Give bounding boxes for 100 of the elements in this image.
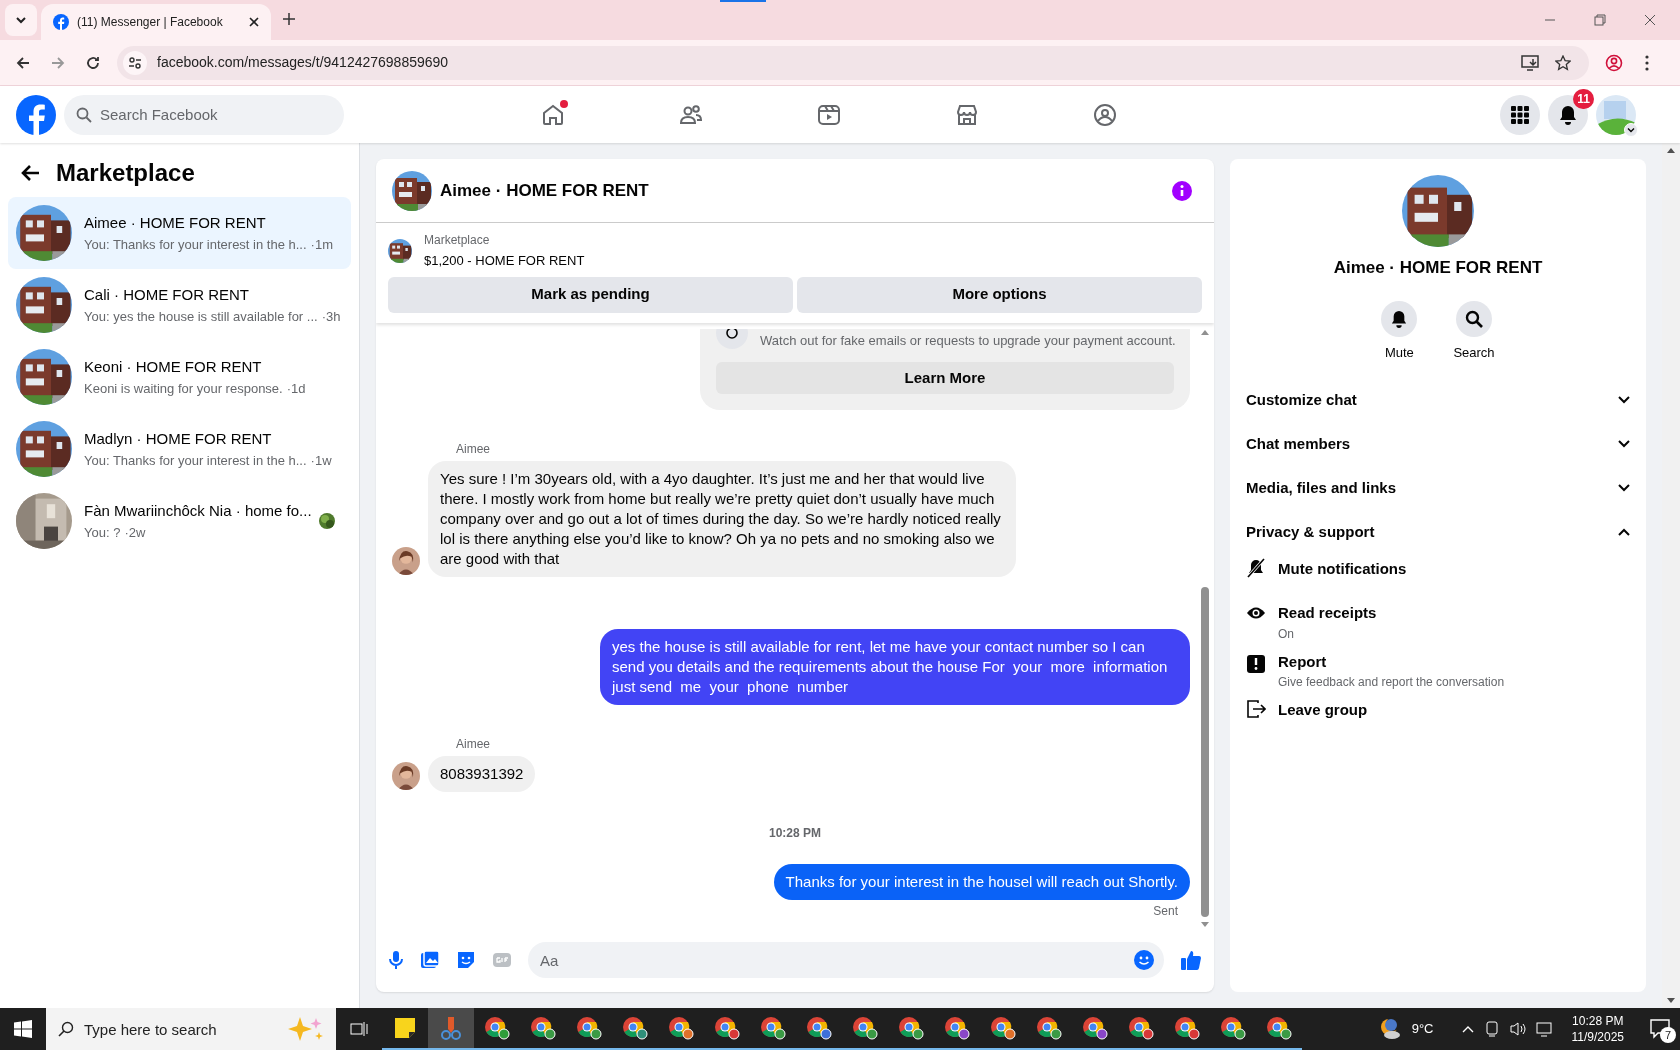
listing-action-button[interactable]: Mark as pending — [388, 276, 793, 313]
section-header[interactable]: Chat members — [1230, 422, 1646, 466]
scroll-down-icon[interactable] — [1667, 998, 1675, 1004]
browser-icon[interactable] — [944, 1016, 970, 1040]
facebook-logo[interactable] — [16, 94, 56, 135]
message-time: ·3h — [321, 308, 341, 326]
home-icon[interactable] — [541, 102, 565, 127]
chat-list-item[interactable]: Madlyn · HOME FOR RENT You: Thanks for your interest in the h... ·1w — [8, 413, 351, 485]
browser-icon[interactable] — [714, 1016, 740, 1040]
microphone-icon[interactable] — [388, 950, 404, 970]
sticker-icon[interactable] — [456, 950, 476, 970]
task-view-icon[interactable] — [350, 1021, 368, 1037]
browser-icon[interactable] — [1036, 1016, 1062, 1040]
mute-button[interactable] — [1381, 300, 1418, 337]
listing-action-button[interactable]: More options — [797, 276, 1202, 313]
menu-item[interactable]: Leave group — [1230, 695, 1646, 739]
message-input[interactable]: Aa — [528, 942, 1164, 978]
browser-icon[interactable] — [576, 1016, 602, 1040]
message-bubble: 8083931392 — [428, 756, 536, 792]
weather-temperature: 9°C — [1411, 1020, 1434, 1039]
tab-list-button[interactable] — [5, 4, 37, 36]
sticky-notes-icon[interactable] — [394, 1017, 416, 1039]
browser-icon[interactable] — [1266, 1016, 1292, 1040]
menu-button[interactable] — [1500, 94, 1540, 135]
message-bubble: Thanks for your interest in the housel will reach out Shortly. — [773, 864, 1190, 900]
scroll-down-icon[interactable] — [1201, 922, 1209, 928]
contact-name: Aimee · HOME FOR RENT — [1333, 257, 1543, 279]
chat-name: Madlyn · HOME FOR RENT — [84, 428, 273, 449]
browser-icon[interactable] — [530, 1016, 556, 1040]
browser-icon[interactable] — [1128, 1016, 1154, 1040]
speaker-icon[interactable] — [1509, 1021, 1526, 1037]
listing-label: Marketplace — [424, 232, 491, 249]
new-tab-icon[interactable] — [283, 13, 295, 25]
start-icon[interactable] — [14, 1020, 32, 1038]
timestamp: 10:28 PM — [769, 825, 821, 842]
section-header[interactable]: Media, files and links — [1230, 466, 1646, 510]
chevron-up-icon — [1618, 528, 1630, 536]
chat-name: Aimee · HOME FOR RENT — [84, 212, 267, 233]
back-icon[interactable] — [15, 54, 31, 71]
section-header[interactable]: Customize chat — [1230, 378, 1646, 422]
sidebar-title: Marketplace — [56, 158, 195, 188]
browser-icon[interactable] — [1174, 1016, 1200, 1040]
back-arrow-icon[interactable] — [20, 164, 40, 182]
notifications-button[interactable] — [1548, 94, 1588, 135]
browser-icon[interactable] — [806, 1016, 832, 1040]
menu-item[interactable]: Read receipts On — [1230, 598, 1646, 647]
taskbar-search-field[interactable]: Type here to search — [46, 1008, 336, 1050]
friends-icon[interactable] — [679, 102, 703, 127]
browser-icon[interactable] — [622, 1016, 648, 1040]
chat-list-item[interactable]: Cali · HOME FOR RENT You: yes the house is still available for ... ·3h — [8, 269, 351, 341]
browser-icon[interactable] — [852, 1016, 878, 1040]
scrollbar-thumb[interactable] — [1201, 586, 1209, 917]
chat-list-item[interactable]: Keoni · HOME FOR RENT Keoni is waiting for your response. ·1d — [8, 341, 351, 413]
browser-icon[interactable] — [898, 1016, 924, 1040]
browser-icon[interactable] — [990, 1016, 1016, 1040]
install-icon[interactable] — [1521, 53, 1539, 72]
browser-icon[interactable] — [1082, 1016, 1108, 1040]
browser-icon[interactable] — [760, 1016, 786, 1040]
chat-list-item[interactable]: Aimee · HOME FOR RENT You: Thanks for your interest in the h... ·1m — [8, 197, 351, 269]
scroll-up-icon[interactable] — [1201, 328, 1209, 335]
learn-more-button[interactable]: Learn More — [716, 362, 1174, 394]
chat-list-item[interactable]: Fàn Mwariinchôck Nia · home fo... You: ? ·2w — [8, 485, 351, 557]
menu-item[interactable]: Mute notifications — [1230, 554, 1646, 598]
search-icon — [58, 1021, 74, 1037]
reload-icon[interactable] — [85, 54, 101, 71]
chevron-up-icon[interactable] — [1461, 1025, 1474, 1033]
store-icon[interactable] — [955, 102, 979, 127]
emoji-icon[interactable] — [1134, 950, 1154, 970]
site-settings-button[interactable] — [123, 50, 147, 75]
leave-icon — [1246, 699, 1266, 719]
bell-icon — [1391, 309, 1408, 328]
app-icon[interactable] — [440, 1016, 462, 1040]
image-icon[interactable] — [420, 950, 440, 970]
tab-title: (11) Messenger | Facebook — [77, 14, 224, 31]
scroll-up-icon[interactable] — [1667, 147, 1675, 153]
message-time: ·1m — [310, 236, 333, 254]
clock-date: 11/9/2025 — [1571, 1029, 1624, 1045]
search-field[interactable]: Search Facebook — [64, 94, 344, 135]
forward-icon[interactable] — [50, 54, 66, 71]
close-icon[interactable] — [249, 17, 259, 27]
gaming-icon[interactable] — [1093, 102, 1117, 127]
browser-icon[interactable] — [1220, 1016, 1246, 1040]
browser-icon[interactable] — [668, 1016, 694, 1040]
sliders-icon — [128, 55, 142, 70]
browser-tab[interactable]: (11) Messenger | Facebook — [41, 4, 271, 40]
grid-icon — [1511, 105, 1529, 124]
notification-center-icon[interactable] — [1650, 1019, 1672, 1039]
section-header[interactable]: Privacy & support — [1230, 510, 1646, 554]
menu-item[interactable]: Report Give feedback and report the conversation — [1230, 646, 1646, 695]
video-icon[interactable] — [817, 102, 841, 127]
notice-text: Watch out for fake emails or requests to upgrade your payment account. — [760, 331, 1176, 350]
restore-icon[interactable] — [1594, 14, 1606, 26]
address-bar[interactable]: facebook.com/messages/t/9412427698859690 — [117, 45, 1589, 80]
more-icon[interactable] — [1645, 54, 1649, 71]
browser-icon[interactable] — [484, 1016, 510, 1040]
info-icon[interactable] — [1172, 180, 1192, 201]
search-button[interactable] — [1456, 300, 1492, 337]
star-icon[interactable] — [1555, 54, 1571, 71]
thumbs-up-icon[interactable] — [1180, 949, 1202, 971]
profile-icon[interactable] — [1605, 53, 1623, 72]
